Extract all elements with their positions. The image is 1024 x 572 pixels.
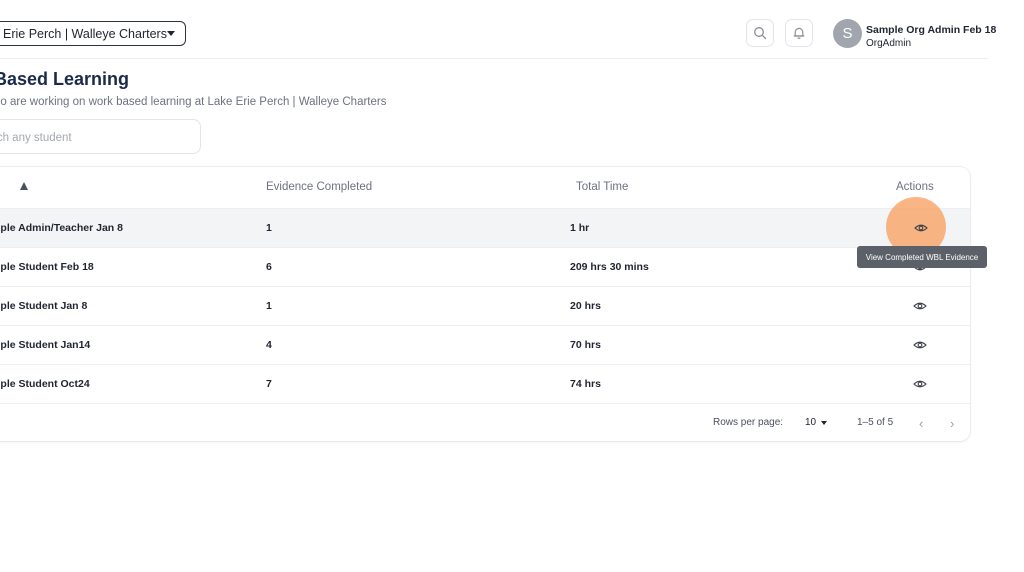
notifications-button[interactable] xyxy=(785,19,813,47)
total-time: 1 hr xyxy=(570,222,590,234)
eye-icon[interactable] xyxy=(914,221,928,235)
bell-icon xyxy=(793,27,805,39)
next-page-button[interactable]: › xyxy=(950,416,954,431)
total-time: 74 hrs xyxy=(570,378,601,390)
total-time: 70 hrs xyxy=(570,339,601,351)
view-evidence-tooltip: View Completed WBL Evidence xyxy=(857,246,987,268)
organization-selector-label: Erie Perch | Walleye Charters xyxy=(3,26,167,41)
students-table: Evidence Completed Total Time Actions np… xyxy=(0,167,970,441)
total-time: 20 hrs xyxy=(570,300,601,312)
eye-icon[interactable] xyxy=(913,338,927,352)
column-header-total-time[interactable]: Total Time xyxy=(576,181,628,193)
search-icon xyxy=(754,27,767,40)
caret-down-icon xyxy=(167,31,175,36)
student-name: nple Student Oct24 xyxy=(0,378,90,390)
table-row[interactable]: nple Student Feb 18 6 209 hrs 30 mins xyxy=(0,248,970,287)
eye-icon[interactable] xyxy=(913,299,927,313)
sort-ascending-icon[interactable] xyxy=(20,182,28,190)
table-header: Evidence Completed Total Time Actions xyxy=(0,167,970,209)
organization-selector[interactable]: Erie Perch | Walleye Charters xyxy=(0,21,186,46)
student-name: nple Admin/Teacher Jan 8 xyxy=(0,222,123,234)
student-name: nple Student Feb 18 xyxy=(0,261,94,273)
caret-down-icon[interactable] xyxy=(821,421,827,425)
page-subtitle: ho are working on work based learning at… xyxy=(0,96,387,108)
student-search[interactable] xyxy=(0,119,201,155)
user-role: OrgAdmin xyxy=(866,38,912,49)
pagination-range: 1–5 of 5 xyxy=(857,417,894,428)
user-avatar[interactable]: S xyxy=(833,19,862,48)
table-row[interactable]: nple Student Jan14 4 70 hrs xyxy=(0,326,970,365)
table-row[interactable]: nple Admin/Teacher Jan 8 1 1 hr xyxy=(0,209,970,248)
column-header-actions: Actions xyxy=(896,181,934,193)
column-header-evidence[interactable]: Evidence Completed xyxy=(266,181,372,193)
student-search-input[interactable] xyxy=(0,120,185,155)
rows-per-page-select[interactable]: 10 xyxy=(805,417,816,428)
header-divider xyxy=(0,58,988,59)
previous-page-button[interactable]: ‹ xyxy=(919,416,923,431)
page-title: Based Learning xyxy=(0,69,130,89)
eye-icon[interactable] xyxy=(913,377,927,391)
search-button[interactable] xyxy=(746,19,774,47)
table-row[interactable]: nple Student Jan 8 1 20 hrs xyxy=(0,287,970,326)
user-name: Sample Org Admin Feb 18 xyxy=(866,24,997,36)
total-time: 209 hrs 30 mins xyxy=(570,261,649,273)
student-name: nple Student Jan14 xyxy=(0,339,91,351)
avatar-initial: S xyxy=(842,25,853,42)
evidence-completed: 6 xyxy=(266,261,272,273)
rows-per-page-label: Rows per page: xyxy=(713,417,784,428)
table-row[interactable]: nple Student Oct24 7 74 hrs xyxy=(0,365,970,404)
student-name: nple Student Jan 8 xyxy=(0,300,88,312)
evidence-completed: 7 xyxy=(266,378,272,390)
evidence-completed: 1 xyxy=(266,300,272,312)
evidence-completed: 1 xyxy=(266,222,272,234)
evidence-completed: 4 xyxy=(266,339,272,351)
